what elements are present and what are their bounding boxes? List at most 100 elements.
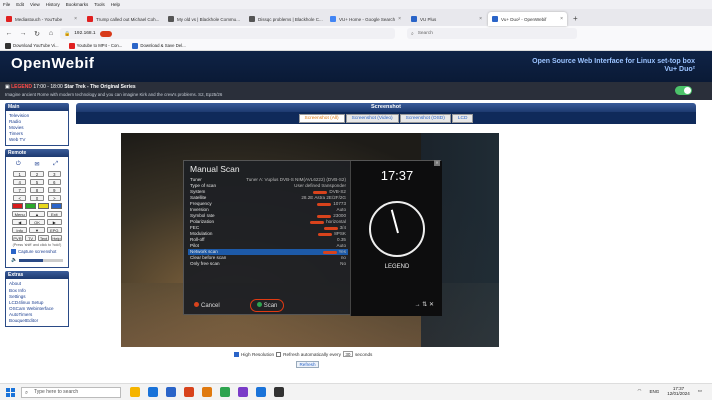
keypad-button[interactable]: 0 (30, 195, 44, 202)
color-key-button[interactable] (12, 203, 23, 210)
extras-link[interactable]: BouquetEditor (9, 318, 65, 324)
remote-button[interactable]: ▲ (29, 211, 45, 218)
taskbar-clock[interactable]: 17:37 12/01/2024 (667, 386, 690, 396)
redaction-mark (310, 220, 325, 224)
remote-button[interactable]: Info (12, 227, 28, 234)
language-indicator[interactable]: ENG (649, 389, 659, 394)
bookmark-item[interactable]: Download YouTube Vi... (5, 42, 59, 49)
browser-tab[interactable]: Mediastouch - YouTube × (2, 12, 81, 26)
volume-control[interactable]: 🔈 (9, 255, 65, 265)
main-links: Television Radio Movies Timers Web TV (5, 111, 69, 147)
expand-icon[interactable]: ⤢ (53, 161, 58, 168)
taskbar-app-icon[interactable] (166, 387, 176, 397)
menu-item-history[interactable]: History (46, 2, 60, 7)
remote-button[interactable]: TV (25, 235, 36, 242)
keypad-button[interactable]: 1 (13, 171, 27, 178)
reload-icon[interactable]: ↻ (32, 30, 42, 38)
remote-button[interactable]: OK (29, 219, 45, 226)
volume-slider[interactable] (19, 258, 63, 262)
keypad-button[interactable]: > (47, 195, 61, 202)
taskbar-app-icon[interactable] (220, 387, 230, 397)
capture-label: Capture screenshot (18, 249, 57, 255)
high-res-checkbox[interactable] (234, 351, 239, 357)
screenshot-title: Screenshot (76, 103, 696, 112)
search-icon: ⌕ (25, 390, 29, 396)
menu-item-bookmarks[interactable]: Bookmarks (66, 2, 89, 7)
taskbar-app-icon[interactable] (274, 387, 284, 397)
color-key-button[interactable] (25, 203, 36, 210)
theme-toggle[interactable] (675, 86, 692, 95)
taskbar-app-icon[interactable] (130, 387, 140, 397)
notification-icon[interactable]: ▭ (698, 388, 702, 394)
browser-tab[interactable]: Vu+ Duo² - OpenWebif × (488, 12, 567, 26)
menu-item-file[interactable]: File (3, 2, 10, 7)
new-tab-button[interactable]: + (569, 14, 582, 26)
remote-button[interactable]: Help (51, 235, 62, 242)
mail-icon[interactable]: ✉ (34, 161, 39, 168)
remote-button[interactable]: EPG (46, 227, 62, 234)
keypad-button[interactable]: 6 (47, 179, 61, 186)
remote-button[interactable]: ▼ (29, 227, 45, 234)
menu-item-help[interactable]: Help (111, 2, 120, 7)
redaction-mark (323, 226, 338, 230)
taskbar-app-icon[interactable] (256, 387, 266, 397)
capture-screenshot-option[interactable]: Capture screenshot (9, 248, 65, 255)
tab-close-icon[interactable]: × (74, 16, 77, 22)
browser-tab[interactable]: VU+ Home - Google Search × (326, 12, 405, 26)
keypad-button[interactable]: 2 (30, 171, 44, 178)
keypad-button[interactable]: 5 (30, 179, 44, 186)
taskbar-search-input[interactable]: ⌕ Type here to search (21, 387, 121, 398)
browser-tab[interactable]: My old vs | Blackhole Commu...× (164, 12, 243, 26)
keypad-button[interactable]: 9 (47, 187, 61, 194)
taskbar-apps (130, 387, 284, 397)
screenshot-tab[interactable]: Screenshot (Video) (345, 113, 399, 123)
color-key-button[interactable] (38, 203, 49, 210)
remote-button[interactable]: PVR (12, 235, 23, 242)
screenshot-tab[interactable]: Screenshot (OSD) (399, 113, 451, 123)
taskbar-app-icon[interactable] (202, 387, 212, 397)
browser-tab[interactable]: VU Plus × (407, 12, 486, 26)
browser-search-input[interactable]: ⌕ Search (407, 28, 577, 39)
keypad-button[interactable]: 7 (13, 187, 27, 194)
menu-item-edit[interactable]: Edit (16, 2, 24, 7)
screenshot-tabs: Screenshot (All) Screenshot (Video) Screen… (76, 112, 696, 124)
back-icon[interactable]: ← (4, 30, 14, 37)
bookmark-item[interactable]: Download & Save Del... (132, 42, 186, 49)
home-icon[interactable]: ⌂ (46, 30, 56, 37)
keypad-button[interactable]: < (13, 195, 27, 202)
bookmark-item[interactable]: Youtube to MP4 - Con... (68, 42, 122, 49)
refresh-interval-input[interactable]: 30 (342, 351, 353, 357)
keypad-button[interactable]: 4 (13, 179, 27, 186)
tab-close-icon[interactable]: × (479, 16, 482, 22)
url-bar[interactable]: 🔒 192.168.1 (60, 28, 395, 39)
sidebar-link[interactable]: Web TV (9, 137, 65, 143)
remote-button[interactable]: Menu (12, 211, 28, 218)
windows-start-icon[interactable] (6, 388, 15, 397)
owif-logo[interactable]: OpenWebif (11, 55, 94, 72)
keypad-button[interactable]: 8 (30, 187, 44, 194)
taskbar-app-icon[interactable] (238, 387, 248, 397)
taskbar-app-icon[interactable] (148, 387, 158, 397)
browser-tab[interactable]: Trump called out Michael Coh...× (83, 12, 162, 26)
menu-item-view[interactable]: View (30, 2, 40, 7)
screenshot-tab[interactable]: Screenshot (All) (298, 113, 345, 123)
menu-item-tools[interactable]: Tools (94, 2, 105, 7)
keypad-button[interactable]: 3 (47, 171, 61, 178)
remote-button[interactable]: ▶ (46, 219, 62, 226)
wifi-icon[interactable]: ◠ (638, 388, 642, 394)
tab-close-icon[interactable]: × (398, 16, 401, 22)
refresh-button[interactable]: Refresh (296, 361, 319, 368)
browser-tab[interactable]: Dissqc problems | Blackhole C...× (245, 12, 324, 26)
remote-button[interactable]: Exit (46, 211, 62, 218)
taskbar-app-icon[interactable] (184, 387, 194, 397)
tab-close-icon[interactable]: × (560, 16, 563, 22)
remote-button[interactable]: Text (38, 235, 49, 242)
screenshot-tab[interactable]: LCD (451, 113, 474, 123)
auto-refresh-checkbox[interactable] (276, 351, 282, 357)
remote-button[interactable]: ◀ (12, 219, 28, 226)
power-icon[interactable]: ⏻ (16, 161, 21, 168)
speaker-icon[interactable]: 🔈 (11, 257, 17, 263)
forward-icon[interactable]: → (18, 30, 28, 37)
capture-checkbox[interactable] (11, 249, 16, 255)
color-key-button[interactable] (51, 203, 62, 210)
